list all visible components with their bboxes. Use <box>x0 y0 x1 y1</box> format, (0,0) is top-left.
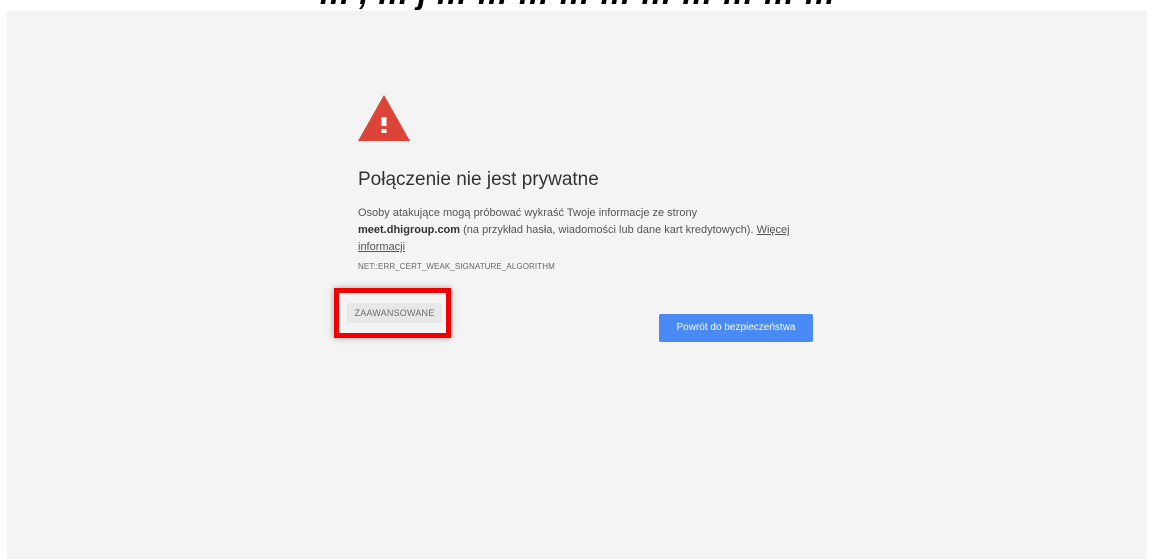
advanced-button-highlight: ZAAWANSOWANE <box>334 288 451 338</box>
site-hostname: meet.dhigroup.com <box>358 224 461 236</box>
warning-triangle-icon <box>358 95 410 141</box>
page-title: Połączenie nie jest prywatne <box>358 169 599 190</box>
interstitial-page: Połączenie nie jest prywatne Osoby ataku… <box>7 11 1147 559</box>
error-code: NET::ERR_CERT_WEAK_SIGNATURE_ALGORITHM <box>358 262 555 271</box>
back-to-safety-button[interactable]: Powrót do bezpieczeństwa <box>659 314 813 342</box>
top-caption: … , … j … … … … … … … … … … <box>0 0 1154 10</box>
description-text-2: (na przykład hasła, wiadomości lub dane … <box>460 224 757 236</box>
description-text: Osoby atakujące mogą próbować wykraść Tw… <box>358 207 698 219</box>
warning-description: Osoby atakujące mogą próbować wykraść Tw… <box>358 205 818 256</box>
advanced-button[interactable]: ZAAWANSOWANE <box>347 303 442 323</box>
